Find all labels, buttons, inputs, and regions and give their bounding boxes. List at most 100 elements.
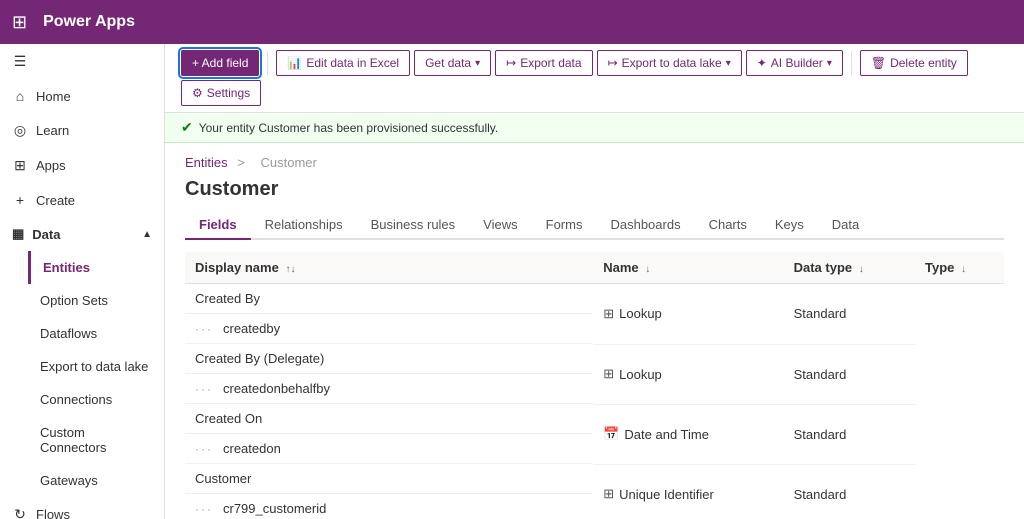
tab-relationships-label: Relationships <box>265 217 343 232</box>
data-type-icon: ⊞ <box>603 366 614 382</box>
display-name-value: Created On <box>195 411 262 426</box>
row-action-dots[interactable]: ··· <box>195 322 213 336</box>
cell-data-type: ⊞Unique Identifier <box>593 464 783 519</box>
cell-data-type: ⊞Lookup <box>593 284 783 345</box>
toolbar-divider-1 <box>267 51 268 75</box>
tab-business-rules-label: Business rules <box>371 217 456 232</box>
flows-icon: ↻ <box>12 506 28 519</box>
success-message: Your entity Customer has been provisione… <box>199 121 499 135</box>
ai-builder-chevron: ▾ <box>827 58 832 69</box>
sidebar-data-subitems: Entities Option Sets Dataflows Export to… <box>0 251 164 497</box>
sidebar-item-learn[interactable]: ◎ Learn <box>0 113 164 148</box>
name-value: createdonbehalfby <box>223 381 330 396</box>
tab-forms[interactable]: Forms <box>532 211 597 240</box>
col-type-label: Type <box>925 260 954 275</box>
col-data-type[interactable]: Data type ↓ <box>784 252 915 284</box>
data-type-value: Date and Time <box>624 427 709 442</box>
tab-dashboards-label: Dashboards <box>610 217 680 232</box>
row-action-dots[interactable]: ··· <box>195 382 213 396</box>
add-field-button[interactable]: + Add field <box>181 50 259 76</box>
edit-excel-label: Edit data in Excel <box>306 56 399 70</box>
display-name-value: Customer <box>195 471 251 486</box>
sidebar-item-entities[interactable]: Entities <box>28 251 164 284</box>
create-icon: + <box>12 192 28 208</box>
cell-name: ···createdon <box>185 434 593 464</box>
edit-excel-icon: 📊 <box>287 56 302 70</box>
sidebar-item-data[interactable]: ▦ Data ▲ <box>0 217 164 251</box>
ai-builder-button[interactable]: ✦ AI Builder ▾ <box>746 50 843 76</box>
data-type-icon: 📅 <box>603 426 619 442</box>
export-data-button[interactable]: ↦ Export data <box>495 50 592 76</box>
name-value: createdby <box>223 321 280 336</box>
tab-views[interactable]: Views <box>469 211 531 240</box>
data-type-value: Lookup <box>619 367 662 382</box>
ai-builder-label: AI Builder <box>771 56 823 70</box>
col-name[interactable]: Name ↓ <box>593 252 783 284</box>
tab-fields-label: Fields <box>199 217 237 232</box>
display-name-value: Created By (Delegate) <box>195 351 324 366</box>
tab-keys-label: Keys <box>775 217 804 232</box>
toolbar: + Add field 📊 Edit data in Excel Get dat… <box>165 44 1024 113</box>
ai-builder-toolbar-icon: ✦ <box>757 56 767 70</box>
get-data-button[interactable]: Get data ▾ <box>414 50 491 76</box>
tab-data-label: Data <box>832 217 859 232</box>
sort-icon-name: ↓ <box>645 264 650 275</box>
tab-data[interactable]: Data <box>818 211 873 240</box>
cell-name: ···cr799_customerid <box>185 494 593 519</box>
sidebar-item-home-label: Home <box>36 89 71 104</box>
sidebar-entities-label: Entities <box>43 260 90 275</box>
row-action-dots[interactable]: ··· <box>195 502 213 516</box>
table-header-row: Display name ↑↓ Name ↓ Data type ↓ <box>185 252 1004 284</box>
sidebar-custom-connectors-label: Custom Connectors <box>40 425 152 455</box>
sidebar-item-home[interactable]: ⌂ Home <box>0 79 164 113</box>
apps-icon: ⊞ <box>12 157 28 174</box>
tab-keys[interactable]: Keys <box>761 211 818 240</box>
sidebar-option-sets-label: Option Sets <box>40 293 108 308</box>
sidebar-item-data-label: Data <box>32 227 60 242</box>
table-row: Created By ··· createdby ⊞LookupStandard <box>185 284 1004 345</box>
sidebar-item-apps[interactable]: ⊞ Apps <box>0 148 164 183</box>
sidebar-gateways-label: Gateways <box>40 473 98 488</box>
sidebar-item-gateways[interactable]: Gateways <box>28 464 164 497</box>
sidebar-export-data-lake-label: Export to data lake <box>40 359 148 374</box>
delete-entity-button[interactable]: 🗑 Delete entity <box>860 50 968 76</box>
tab-charts[interactable]: Charts <box>695 211 761 240</box>
sidebar-item-apps-label: Apps <box>36 158 66 173</box>
table-row: Customer ···cr799_customerid⊞Unique Ident… <box>185 464 1004 519</box>
chevron-up-icon: ▲ <box>142 229 152 240</box>
edit-excel-button[interactable]: 📊 Edit data in Excel <box>276 50 410 76</box>
display-name-value: Created By <box>195 291 260 306</box>
tab-charts-label: Charts <box>709 217 747 232</box>
sidebar-item-connections[interactable]: Connections <box>28 383 164 416</box>
sidebar-item-create[interactable]: + Create <box>0 183 164 217</box>
col-display-name[interactable]: Display name ↑↓ <box>185 252 593 284</box>
sidebar-hamburger[interactable]: ☰ <box>0 44 164 79</box>
tab-fields[interactable]: Fields <box>185 211 251 240</box>
settings-button[interactable]: ⚙ Settings <box>181 80 261 106</box>
export-data-icon: ↦ <box>506 56 516 70</box>
fields-table: Display name ↑↓ Name ↓ Data type ↓ <box>185 252 1004 519</box>
fields-table-container: Display name ↑↓ Name ↓ Data type ↓ <box>185 252 1004 519</box>
cell-type: Standard <box>784 284 915 345</box>
tab-business-rules[interactable]: Business rules <box>357 211 470 240</box>
export-data-lake-button[interactable]: ↦ Export to data lake ▾ <box>597 50 742 76</box>
sidebar-item-flows[interactable]: ↻ Flows <box>0 497 164 519</box>
sidebar-item-export-data-lake[interactable]: Export to data lake <box>28 350 164 383</box>
sidebar-item-option-sets[interactable]: Option Sets <box>28 284 164 317</box>
breadcrumb-parent[interactable]: Entities <box>185 155 228 170</box>
main-content: + Add field 📊 Edit data in Excel Get dat… <box>165 44 1024 519</box>
toolbar-divider-2 <box>851 51 852 75</box>
data-type-icon: ⊞ <box>603 306 614 322</box>
cell-name: ··· createdby <box>185 314 593 344</box>
data-type-value: Unique Identifier <box>619 487 714 502</box>
sidebar-item-dataflows[interactable]: Dataflows <box>28 317 164 350</box>
sidebar-item-custom-connectors[interactable]: Custom Connectors <box>28 416 164 464</box>
tab-relationships[interactable]: Relationships <box>251 211 357 240</box>
row-action-dots[interactable]: ··· <box>195 442 213 456</box>
table-row: Created By (Delegate) ··· createdonbehalfb… <box>185 344 1004 404</box>
cell-display-name: Created By <box>185 284 593 314</box>
col-type[interactable]: Type ↓ <box>915 252 1004 284</box>
tab-dashboards[interactable]: Dashboards <box>596 211 694 240</box>
page-title: Customer <box>185 178 1004 201</box>
cell-type: Standard <box>784 464 915 519</box>
